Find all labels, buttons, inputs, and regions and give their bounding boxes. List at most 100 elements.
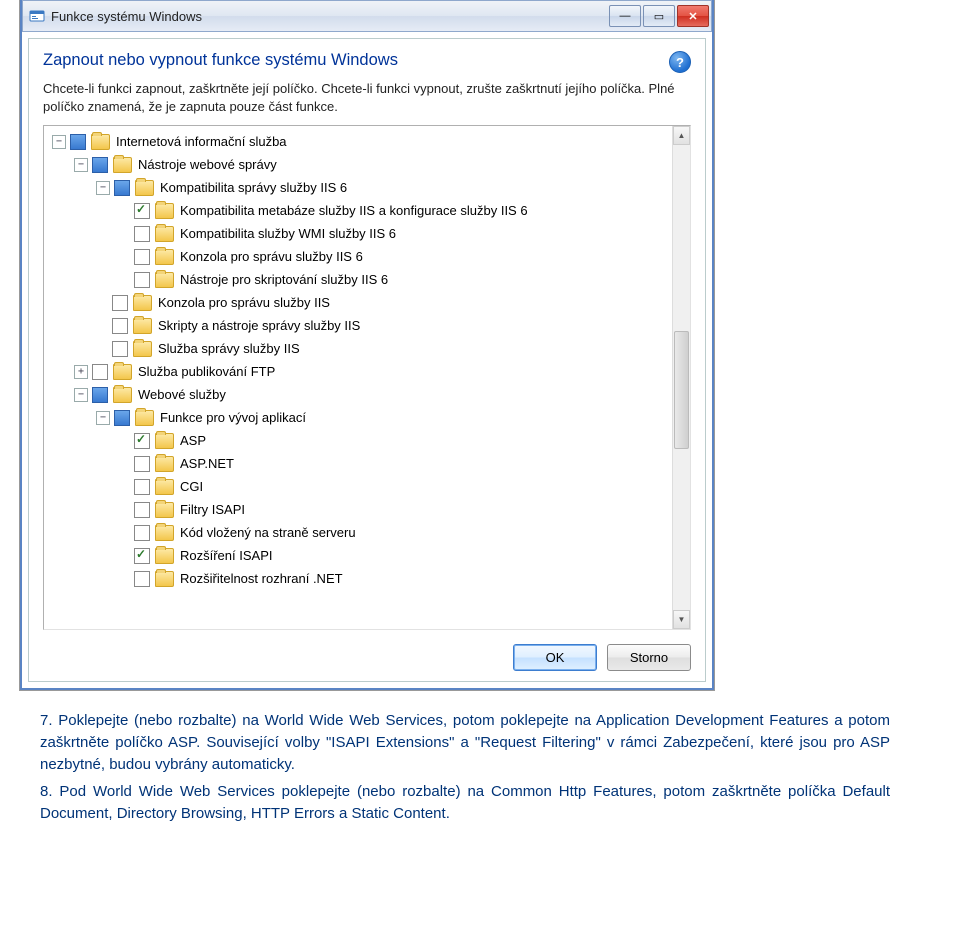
tree-label: Skripty a nástroje správy služby IIS (158, 318, 360, 333)
collapse-icon[interactable]: − (74, 158, 88, 172)
folder-icon (155, 456, 174, 472)
checkbox[interactable] (114, 410, 130, 426)
folder-icon (135, 410, 154, 426)
tree-node[interactable]: Nástroje pro skriptování služby IIS 6 (44, 268, 668, 291)
folder-icon (155, 525, 174, 541)
tree-node[interactable]: − Nástroje webové správy (44, 153, 668, 176)
collapse-icon[interactable]: − (74, 388, 88, 402)
tree-node[interactable]: − Internetová informační služba (44, 130, 668, 153)
cancel-button[interactable]: Storno (607, 644, 691, 671)
collapse-icon[interactable]: − (52, 135, 66, 149)
checkbox[interactable] (134, 525, 150, 541)
folder-icon (113, 157, 132, 173)
tree-node[interactable]: Konzola pro správu služby IIS (44, 291, 668, 314)
folder-icon (155, 502, 174, 518)
expand-icon[interactable]: + (74, 365, 88, 379)
tree-label: Filtry ISAPI (180, 502, 245, 517)
tree-node[interactable]: Kód vložený na straně serveru (44, 521, 668, 544)
tree-node[interactable]: Služba správy služby IIS (44, 337, 668, 360)
tree-node[interactable]: − Webové služby (44, 383, 668, 406)
checkbox[interactable] (134, 456, 150, 472)
checkbox[interactable] (112, 295, 128, 311)
tree-label: Kód vložený na straně serveru (180, 525, 356, 540)
tree-node[interactable]: + Služba publikování FTP (44, 360, 668, 383)
tree-label: ASP.NET (180, 456, 234, 471)
folder-icon (91, 134, 110, 150)
checkbox[interactable] (134, 433, 150, 449)
folder-icon (155, 272, 174, 288)
scroll-up-button[interactable]: ▲ (673, 126, 690, 145)
titlebar[interactable]: Funkce systému Windows — ▭ ✕ (22, 0, 712, 32)
checkbox[interactable] (134, 571, 150, 587)
collapse-icon[interactable]: − (96, 411, 110, 425)
tree-label: Služba publikování FTP (138, 364, 275, 379)
folder-icon (155, 433, 174, 449)
folder-icon (155, 203, 174, 219)
tree-label: Rozšiřitelnost rozhraní .NET (180, 571, 343, 586)
tree-node[interactable]: Konzola pro správu služby IIS 6 (44, 245, 668, 268)
scroll-track[interactable] (673, 145, 690, 610)
checkbox[interactable] (134, 479, 150, 495)
checkbox[interactable] (134, 502, 150, 518)
expand-placeholder (118, 481, 130, 493)
close-button[interactable]: ✕ (677, 5, 709, 27)
tree-label: Nástroje pro skriptování služby IIS 6 (180, 272, 388, 287)
tree-node[interactable]: Skripty a nástroje správy služby IIS (44, 314, 668, 337)
checkbox[interactable] (134, 203, 150, 219)
tree-node[interactable]: Filtry ISAPI (44, 498, 668, 521)
folder-icon (133, 341, 152, 357)
folder-icon (135, 180, 154, 196)
tree-node[interactable]: Rozšiřitelnost rozhraní .NET (44, 567, 668, 590)
scrollbar[interactable]: ▲ ▼ (672, 126, 690, 629)
scroll-down-button[interactable]: ▼ (673, 610, 690, 629)
checkbox[interactable] (134, 272, 150, 288)
tree-node[interactable]: Kompatibilita služby WMI služby IIS 6 (44, 222, 668, 245)
folder-icon (155, 479, 174, 495)
expand-placeholder (96, 343, 108, 355)
expand-placeholder (118, 458, 130, 470)
checkbox[interactable] (134, 249, 150, 265)
tree-label: Webové služby (138, 387, 226, 402)
folder-icon (155, 548, 174, 564)
features-tree: − Internetová informační služba − Nástroje … (43, 125, 691, 630)
tree-label: Nástroje webové správy (138, 157, 277, 172)
app-icon (29, 8, 45, 24)
dialog-description: Chcete-li funkci zapnout, zaškrtněte jej… (43, 80, 691, 115)
tree-label: Internetová informační služba (116, 134, 287, 149)
tree-label: ASP (180, 433, 206, 448)
collapse-icon[interactable]: − (96, 181, 110, 195)
tree-label: Kompatibilita správy služby IIS 6 (160, 180, 347, 195)
tree-node[interactable]: Kompatibilita metabáze služby IIS a konf… (44, 199, 668, 222)
minimize-button[interactable]: — (609, 5, 641, 27)
help-icon[interactable]: ? (669, 51, 691, 73)
checkbox[interactable] (70, 134, 86, 150)
tree-node[interactable]: −Funkce pro vývoj aplikací (44, 406, 668, 429)
checkbox[interactable] (134, 226, 150, 242)
expand-placeholder (118, 274, 130, 286)
checkbox[interactable] (92, 387, 108, 403)
maximize-button[interactable]: ▭ (643, 5, 675, 27)
folder-icon (155, 571, 174, 587)
checkbox[interactable] (92, 157, 108, 173)
tree-node[interactable]: − Kompatibilita správy služby IIS 6 (44, 176, 668, 199)
checkbox[interactable] (134, 548, 150, 564)
expand-placeholder (118, 527, 130, 539)
checkbox[interactable] (112, 318, 128, 334)
tree-node[interactable]: ASP.NET (44, 452, 668, 475)
checkbox[interactable] (112, 341, 128, 357)
scroll-thumb[interactable] (674, 331, 689, 449)
tree-node[interactable]: Rozšíření ISAPI (44, 544, 668, 567)
tree-label: Konzola pro správu služby IIS (158, 295, 330, 310)
checkbox[interactable] (92, 364, 108, 380)
tree-node[interactable]: CGI (44, 475, 668, 498)
instruction-step-7: 7. Poklepejte (nebo rozbalte) na World W… (40, 710, 890, 775)
expand-placeholder (118, 251, 130, 263)
expand-placeholder (96, 297, 108, 309)
tree-node[interactable]: ASP (44, 429, 668, 452)
checkbox[interactable] (114, 180, 130, 196)
folder-icon (113, 364, 132, 380)
ok-button[interactable]: OK (513, 644, 597, 671)
tree-label: Rozšíření ISAPI (180, 548, 272, 563)
folder-icon (133, 295, 152, 311)
expand-placeholder (118, 550, 130, 562)
